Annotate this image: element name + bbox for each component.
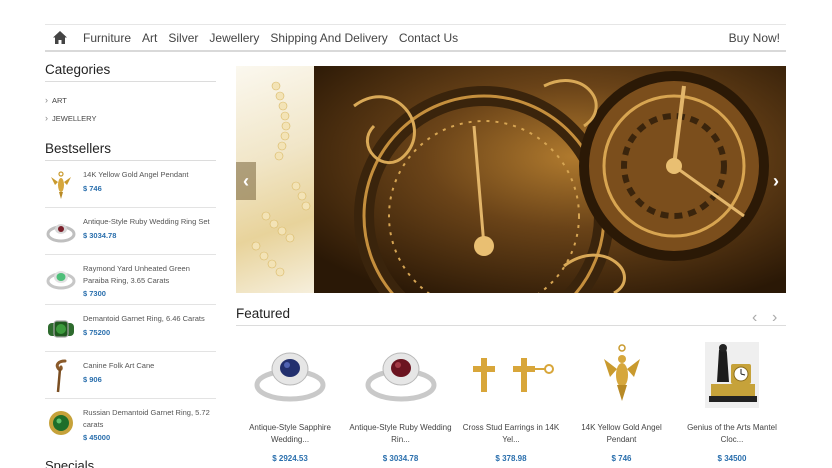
product-name[interactable]: Antique-Style Ruby Wedding Ring Set <box>83 216 216 228</box>
product-name[interactable]: Genius of the Arts Mantel Cloc... <box>678 422 786 448</box>
category-list: › ART › JEWELLERY <box>45 82 216 137</box>
demantoid-garnet-ring-thumbnail[interactable] <box>45 313 77 345</box>
featured-prev-icon[interactable]: ‹ <box>752 309 757 327</box>
nav-art[interactable]: Art <box>142 31 157 45</box>
nav-jewellery[interactable]: Jewellery <box>209 31 259 45</box>
bestsellers-heading: Bestsellers <box>45 141 216 161</box>
nav-contact-us[interactable]: Contact Us <box>399 31 458 45</box>
featured-next-icon[interactable]: › <box>772 309 777 327</box>
cross-earrings-image[interactable] <box>457 340 565 410</box>
slider-next-button[interactable]: › <box>766 162 786 200</box>
main-nav: Furniture Art Silver Jewellery Shipping … <box>45 25 786 52</box>
product-name[interactable]: Antique-Style Sapphire Wedding... <box>236 422 344 448</box>
product-name[interactable]: Antique-Style Ruby Wedding Rin... <box>347 422 455 448</box>
category-label: JEWELLERY <box>52 113 97 123</box>
home-icon[interactable] <box>47 24 73 51</box>
categories-heading: Categories <box>45 62 216 82</box>
product-price: $ 2924.53 <box>272 454 308 463</box>
antique-clock-image <box>314 66 786 293</box>
mantel-clock-image[interactable] <box>678 340 786 410</box>
specials-heading: Specials <box>45 458 95 468</box>
product-price: $ 75200 <box>83 327 111 337</box>
featured-products: Antique-Style Sapphire Wedding... $ 2924… <box>236 340 786 468</box>
product-price: $ 906 <box>83 374 102 384</box>
ruby-ring-image[interactable] <box>347 340 455 410</box>
nav-buy-now[interactable]: Buy Now! <box>729 31 780 45</box>
russian-demantoid-ring-thumbnail[interactable] <box>45 407 77 439</box>
bestseller-item[interactable]: 14K Yellow Gold Angel Pendant $ 746 <box>45 161 216 208</box>
product-name[interactable]: 14K Yellow Gold Angel Pendant <box>568 422 676 448</box>
product-price: $ 3034.78 <box>382 454 419 463</box>
product-price: $ 746 <box>611 454 632 463</box>
product-name[interactable]: Raymond Yard Unheated Green Paraiba Ring… <box>83 263 216 286</box>
slider-prev-button[interactable]: ‹ <box>236 162 256 200</box>
category-item-jewellery[interactable]: › JEWELLERY <box>45 109 216 127</box>
hero-slider[interactable]: ‹ › <box>236 66 786 293</box>
bestseller-item[interactable]: Demantoid Garnet Ring, 6.46 Carats $ 752… <box>45 305 216 352</box>
folk-art-cane-thumbnail[interactable] <box>45 359 77 393</box>
product-price: $ 746 <box>83 183 102 193</box>
bestseller-item[interactable]: Antique-Style Ruby Wedding Ring Set $ 30… <box>45 208 216 255</box>
sapphire-ring-image[interactable] <box>236 340 344 410</box>
angel-pendant-image[interactable] <box>568 340 676 410</box>
bestseller-item[interactable]: Raymond Yard Unheated Green Paraiba Ring… <box>45 255 216 305</box>
green-paraiba-ring-thumbnail[interactable] <box>45 263 77 295</box>
product-name[interactable]: 14K Yellow Gold Angel Pendant <box>83 169 216 181</box>
product-price: $ 378.98 <box>495 454 527 463</box>
angel-pendant-thumbnail[interactable] <box>45 169 77 201</box>
product-price: $ 45000 <box>83 433 111 442</box>
ruby-ring-thumbnail[interactable] <box>45 216 77 248</box>
sidebar: Categories › ART › JEWELLERY Bestsellers 1… <box>45 62 216 448</box>
product-name[interactable]: Demantoid Garnet Ring, 6.46 Carats <box>83 313 216 325</box>
product-card[interactable]: Cross Stud Earrings in 14K Yel... $ 378.… <box>457 340 565 468</box>
category-label: ART <box>52 95 67 105</box>
nav-silver[interactable]: Silver <box>168 31 198 45</box>
category-item-art[interactable]: › ART <box>45 91 216 109</box>
product-price: $ 34500 <box>717 454 747 463</box>
product-card[interactable]: Antique-Style Ruby Wedding Rin... $ 3034… <box>347 340 455 468</box>
product-card[interactable]: Antique-Style Sapphire Wedding... $ 2924… <box>236 340 344 468</box>
product-price: $ 7300 <box>83 289 106 298</box>
product-name[interactable]: Cross Stud Earrings in 14K Yel... <box>457 422 565 448</box>
chevron-right-icon: › <box>45 113 48 123</box>
bestseller-item[interactable]: Canine Folk Art Cane $ 906 <box>45 352 216 399</box>
featured-heading: Featured <box>236 306 786 326</box>
product-card[interactable]: 14K Yellow Gold Angel Pendant $ 746 <box>568 340 676 468</box>
chevron-right-icon: › <box>45 95 48 105</box>
product-card[interactable]: Genius of the Arts Mantel Cloc... $ 3450… <box>678 340 786 468</box>
product-name[interactable]: Russian Demantoid Garnet Ring, 5.72 cara… <box>83 407 216 430</box>
bestseller-item[interactable]: Russian Demantoid Garnet Ring, 5.72 cara… <box>45 399 216 448</box>
product-price: $ 3034.78 <box>83 230 117 240</box>
nav-shipping-and-delivery[interactable]: Shipping And Delivery <box>270 31 387 45</box>
nav-furniture[interactable]: Furniture <box>83 31 131 45</box>
product-name[interactable]: Canine Folk Art Cane <box>83 360 216 372</box>
